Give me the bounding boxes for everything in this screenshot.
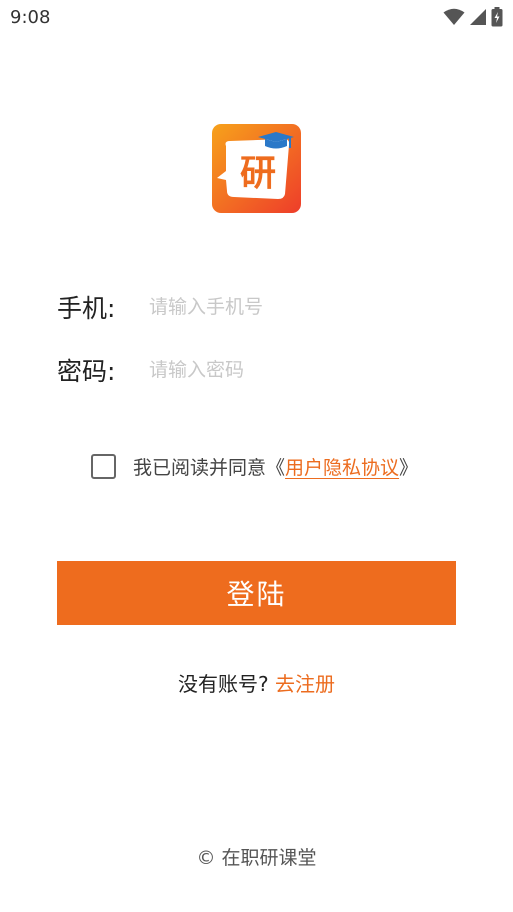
phone-input[interactable] <box>149 287 449 327</box>
agreement-checkbox[interactable] <box>91 454 116 479</box>
phone-row: 手机: <box>57 287 457 327</box>
agreement-text: 我已阅读并同意 <box>133 457 267 479</box>
status-bar: 9:08 <box>0 0 513 34</box>
battery-icon <box>491 7 503 27</box>
password-input[interactable] <box>149 350 449 390</box>
status-icons <box>443 7 503 27</box>
phone-label: 手机: <box>57 294 116 323</box>
logo-character: 研 <box>240 153 276 194</box>
agreement-open-bracket: 《 <box>266 457 286 479</box>
agreement-row: 我已阅读并同意 《 用户隐私协议 》 <box>91 453 418 480</box>
app-logo: 研 <box>212 124 301 213</box>
register-row: 没有账号? 去注册 <box>0 668 513 697</box>
password-label: 密码: <box>57 357 116 386</box>
status-time: 9:08 <box>10 7 51 28</box>
login-button[interactable]: 登陆 <box>57 561 456 625</box>
footer-copyright: © 在职研课堂 <box>196 847 317 869</box>
register-link[interactable]: 去注册 <box>275 672 335 696</box>
register-prompt: 没有账号? <box>178 672 269 696</box>
signal-icon <box>470 9 486 25</box>
privacy-policy-link[interactable]: 用户隐私协议 <box>285 453 399 480</box>
wifi-icon <box>443 8 465 25</box>
agreement-close-bracket: 》 <box>399 457 419 479</box>
password-row: 密码: <box>57 350 457 390</box>
